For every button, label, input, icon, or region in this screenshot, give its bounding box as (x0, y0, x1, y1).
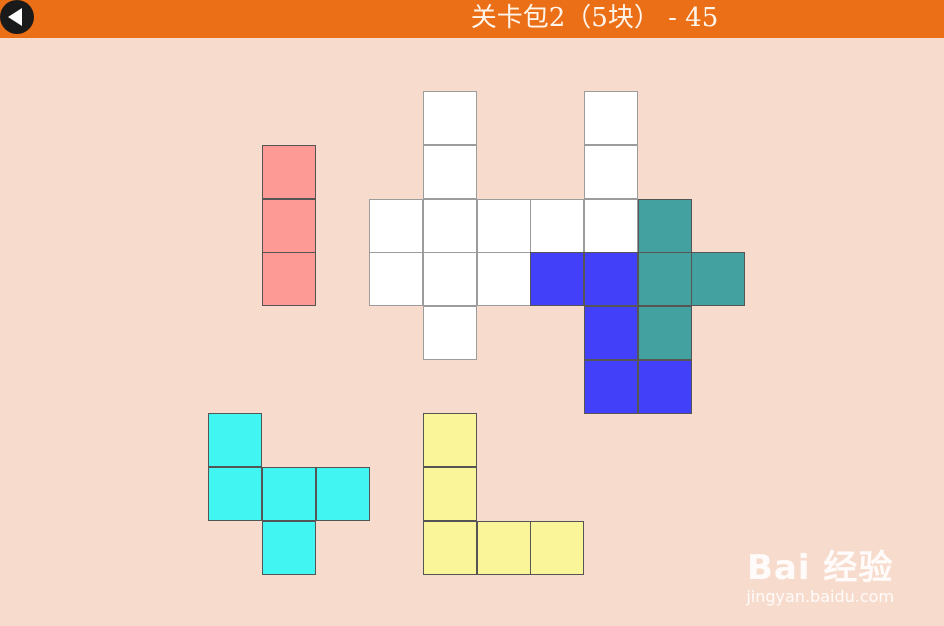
white-target-area-cell (422, 198, 477, 253)
white-target-area-cell (422, 91, 477, 146)
yellow-piece-cell[interactable] (422, 520, 477, 575)
white-target-area-cell (369, 198, 424, 253)
cyan-piece-cell[interactable] (261, 520, 316, 575)
blue-piece-cell[interactable] (584, 252, 638, 307)
teal-piece-cell[interactable] (637, 305, 692, 360)
white-target-area-cell (422, 305, 477, 360)
white-target-area-cell (476, 198, 531, 253)
white-target-area-cell (422, 144, 477, 199)
white-target-area-cell (584, 198, 638, 253)
watermark-url: jingyan.baidu.com (746, 587, 894, 606)
salmon-piece-cell[interactable] (261, 252, 316, 307)
puzzle-board (0, 0, 944, 626)
salmon-piece-cell[interactable] (261, 198, 316, 253)
white-target-area-cell (369, 252, 424, 307)
watermark: Bai 经验 jingyan.baidu.com (746, 540, 894, 606)
blue-piece-cell[interactable] (584, 359, 638, 414)
blue-piece-cell[interactable] (584, 305, 638, 360)
white-target-area-cell (584, 144, 638, 199)
white-target-area-cell (530, 198, 585, 253)
cyan-piece-cell[interactable] (208, 413, 263, 468)
cyan-piece-cell[interactable] (208, 467, 263, 521)
blue-piece-cell[interactable] (637, 359, 692, 414)
teal-piece-cell[interactable] (637, 252, 692, 307)
white-target-area-cell (584, 91, 638, 146)
salmon-piece-cell[interactable] (261, 144, 316, 199)
watermark-logo: Bai 经验 (746, 548, 894, 588)
yellow-piece-cell[interactable] (422, 413, 477, 468)
white-target-area-cell (422, 252, 477, 307)
cyan-piece-cell[interactable] (261, 467, 316, 521)
yellow-piece-cell[interactable] (422, 467, 477, 521)
yellow-piece-cell[interactable] (530, 520, 585, 575)
teal-piece-cell[interactable] (637, 198, 692, 253)
blue-piece-cell[interactable] (530, 252, 585, 307)
teal-piece-cell[interactable] (691, 252, 746, 307)
yellow-piece-cell[interactable] (476, 520, 531, 575)
cyan-piece-cell[interactable] (315, 467, 370, 521)
white-target-area-cell (476, 252, 531, 307)
